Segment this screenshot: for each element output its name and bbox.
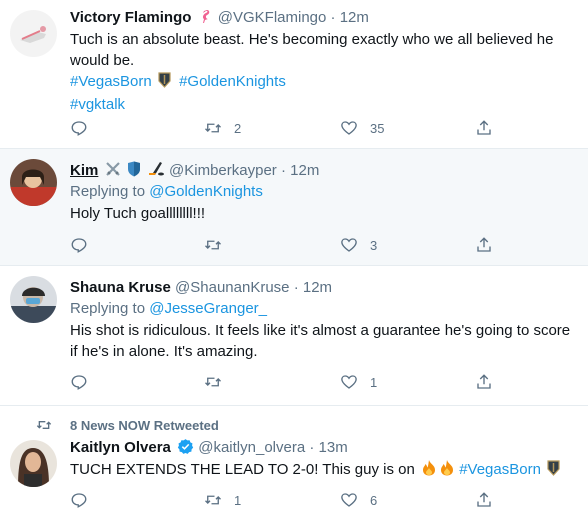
reply-button[interactable] [70,118,88,138]
retweet-count: 1 [234,492,242,508]
avatar[interactable] [10,276,57,323]
retweet-button[interactable] [204,372,222,392]
verified-badge-icon [177,438,194,461]
reply-button[interactable] [70,235,88,255]
share-icon [477,374,491,389]
tweet[interactable]: 8 News NOW Retweeted Kaitlyn Olvera @kai… [0,406,588,520]
reply-button[interactable] [70,372,88,392]
tweet[interactable]: Kim @Kimberkayper · 12m Replying to @Gol… [0,149,588,266]
fire-emoji-icon [421,459,437,482]
tweet-actions: 1 6 [70,490,510,510]
separator-dot: · [280,162,286,179]
tweet-actions: 1 [70,372,510,392]
retweet-button[interactable]: 2 [204,118,241,138]
like-icon [341,238,357,252]
tweet-actions: 3 [70,235,510,255]
share-button[interactable] [475,490,493,510]
avatar[interactable] [10,159,57,206]
share-icon [477,237,491,252]
reply-icon [71,121,87,136]
author-handle[interactable]: @kaitlyn_olvera [198,439,305,456]
like-icon [341,121,357,135]
tweet-text-main: TUCH EXTENDS THE LEAD TO 2-0! This guy i… [70,461,415,478]
avatar[interactable] [10,440,57,487]
swords-emoji-icon [105,161,121,183]
author-handle[interactable]: @Kimberkayper [169,162,277,179]
tweet[interactable]: Victory Flamingo @VGKFlamingo · 12m Tuch… [0,0,588,149]
tweet-actions: 2 35 [70,118,510,138]
like-count: 3 [370,237,378,253]
replying-to-link[interactable]: @GoldenKnights [149,183,263,200]
retweet-icon [36,421,52,429]
timestamp[interactable]: 12m [290,162,319,179]
golden-knights-logo-icon [158,72,171,94]
share-button[interactable] [475,118,493,138]
separator-dot: · [309,439,315,456]
share-icon [477,492,491,507]
retweet-count: 2 [234,120,242,136]
flamingo-emoji-icon [198,8,214,30]
like-button[interactable]: 1 [340,372,377,392]
like-button[interactable]: 3 [340,235,377,255]
timestamp[interactable]: 13m [319,439,348,456]
replying-to: Replying to @GoldenKnights [70,182,580,202]
fire-emoji-icon [439,459,455,482]
hockey-emoji-icon [147,161,165,183]
replying-label: Replying to [70,183,146,200]
reply-icon [71,493,87,508]
author-handle[interactable]: @ShaunanKruse [175,279,289,296]
retweet-button[interactable] [204,235,222,255]
tweet-text: Tuch is an absolute beast. He's becoming… [70,29,580,115]
timestamp[interactable]: 12m [303,279,332,296]
retweet-icon [205,123,221,133]
tweet-text: TUCH EXTENDS THE LEAD TO 2-0! This guy i… [70,459,580,482]
tweet-text: His shot is ridiculous. It feels like it… [70,322,571,360]
like-button[interactable]: 6 [340,490,377,510]
like-count: 6 [370,492,378,508]
retweet-button[interactable]: 1 [204,490,241,510]
share-icon [477,120,491,135]
like-icon [341,375,357,389]
author-name[interactable]: Shauna Kruse [70,279,171,296]
hashtag[interactable]: #GoldenKnights [179,73,286,90]
replying-to: Replying to @JesseGranger_ [70,299,580,319]
shield-emoji-icon [127,161,141,183]
replying-label: Replying to [70,300,146,317]
like-icon [341,493,357,507]
author-handle[interactable]: @VGKFlamingo [218,9,327,26]
tweet-text-main: Tuch is an absolute beast. He's becoming… [70,31,554,69]
replying-to-link[interactable]: @JesseGranger_ [149,300,267,317]
retweet-icon [205,377,221,387]
golden-knights-logo-icon [547,460,560,482]
separator-dot: · [293,279,299,296]
like-button[interactable]: 35 [340,118,384,138]
tweet-text: Holy Tuch goallllllll!!! [70,205,206,222]
retweeted-by[interactable]: 8 News NOW Retweeted [36,416,219,434]
reply-icon [71,238,87,253]
hashtag[interactable]: #vgktalk [70,96,125,113]
reply-icon [71,375,87,390]
share-button[interactable] [475,235,493,255]
retweeted-by-label: 8 News NOW Retweeted [70,417,219,433]
hashtag[interactable]: #VegasBorn [459,461,541,478]
tweet-feed: Victory Flamingo @VGKFlamingo · 12m Tuch… [0,0,588,520]
hashtag[interactable]: #VegasBorn [70,73,152,90]
separator-dot: · [330,9,336,26]
author-name[interactable]: Kim [70,162,98,179]
retweet-icon [205,240,221,250]
retweet-icon [205,495,221,505]
like-count: 35 [370,120,385,136]
tweet[interactable]: Shauna Kruse @ShaunanKruse · 12m Replyin… [0,266,588,406]
author-name[interactable]: Victory Flamingo [70,9,191,26]
timestamp[interactable]: 12m [340,9,369,26]
share-button[interactable] [475,372,493,392]
avatar[interactable] [10,10,57,57]
reply-button[interactable] [70,490,88,510]
like-count: 1 [370,374,378,390]
author-name[interactable]: Kaitlyn Olvera [70,439,171,456]
